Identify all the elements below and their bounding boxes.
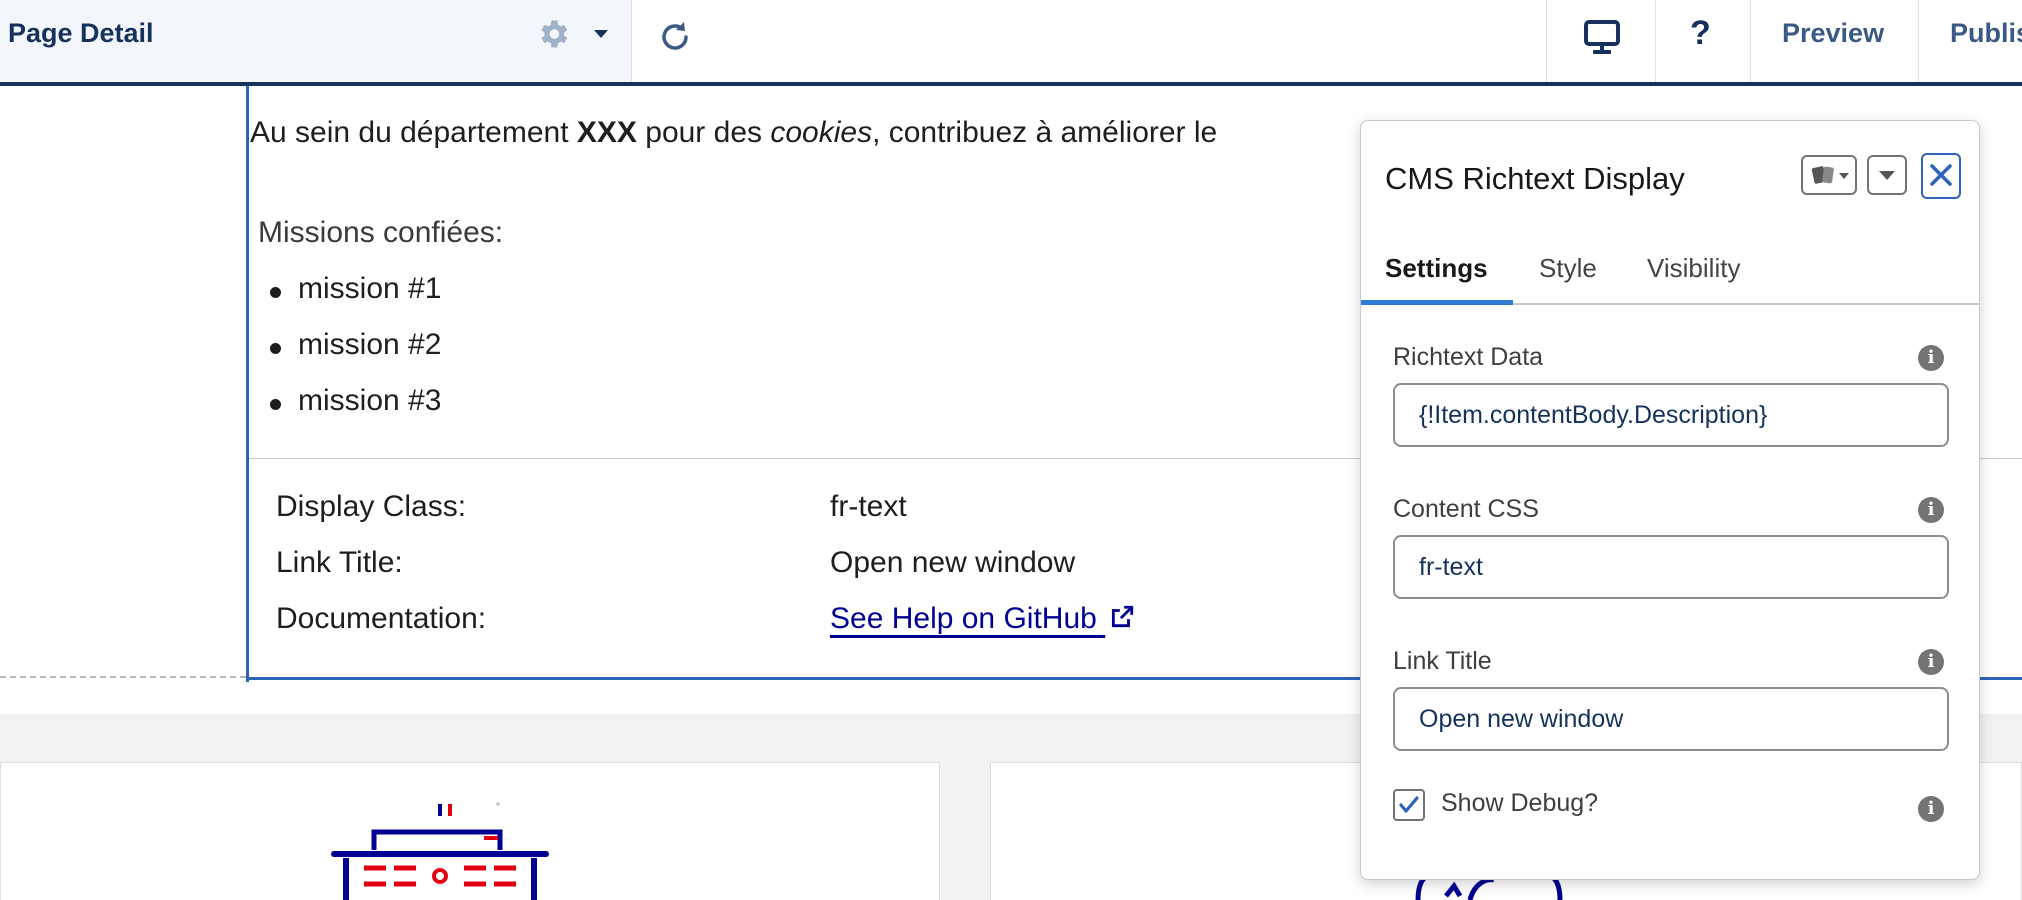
builder-toolbar: Page Detail ? Preview Publis	[0, 0, 2022, 86]
richtext-data-label: Richtext Data	[1393, 343, 1544, 371]
info-icon[interactable]: i	[1918, 345, 1944, 371]
show-debug-label: Show Debug?	[1441, 789, 1599, 817]
list-item: mission #3	[298, 384, 442, 417]
info-icon[interactable]: i	[1918, 497, 1944, 523]
list-bullet	[270, 399, 281, 410]
link-title-label: Link Title:	[276, 546, 403, 579]
list-bullet	[270, 343, 281, 354]
intro-prefix: Au sein du département	[250, 116, 577, 149]
checkmark-icon	[1399, 796, 1419, 813]
intro-suffix: , contribuez à améliorer le	[872, 116, 1218, 149]
list-item: mission #1	[298, 272, 442, 305]
panel-title: CMS Richtext Display	[1385, 161, 1685, 196]
tab-settings[interactable]: Settings	[1385, 253, 1488, 284]
link-title-input[interactable]: Open new window	[1393, 687, 1949, 751]
github-help-link[interactable]: See Help on GitHub	[830, 602, 1135, 636]
content-css-label: Content CSS	[1393, 495, 1539, 523]
intro-mid: pour des	[636, 116, 771, 149]
show-debug-checkbox[interactable]	[1393, 789, 1425, 821]
toolbar-divider	[1546, 0, 1547, 82]
toolbar-divider	[1750, 0, 1751, 82]
close-button[interactable]	[1921, 153, 1961, 199]
publish-button[interactable]: Publis	[1950, 18, 2022, 49]
list-item: mission #2	[298, 328, 442, 361]
toolbar-divider	[1918, 0, 1919, 82]
desktop-icon[interactable]	[1580, 18, 1624, 58]
link-title-field-label: Link Title	[1393, 647, 1492, 675]
page-title: Page Detail	[8, 18, 154, 48]
collapse-button[interactable]	[1867, 155, 1907, 195]
chevron-down-icon	[1879, 171, 1895, 180]
panel-tabs: Settings Style Visibility	[1361, 233, 1979, 305]
section-divider	[0, 676, 246, 678]
info-icon[interactable]: i	[1918, 796, 1944, 822]
display-class-label: Display Class:	[276, 490, 467, 523]
building-illustration-icon	[331, 802, 549, 900]
preview-button[interactable]: Preview	[1782, 18, 1884, 49]
github-help-link-text: See Help on GitHub	[830, 602, 1097, 635]
refresh-icon[interactable]	[656, 16, 696, 56]
display-class-value: fr-text	[830, 490, 907, 523]
page-selector[interactable]: Page Detail	[0, 0, 632, 82]
link-title-input-value: Open new window	[1419, 705, 1624, 733]
tab-style[interactable]: Style	[1539, 253, 1597, 284]
link-title-value: Open new window	[830, 546, 1076, 579]
component-properties-panel: CMS Richtext Display Settings Style Visi…	[1360, 120, 1980, 880]
info-icon[interactable]: i	[1918, 649, 1944, 675]
missions-title: Missions confiées:	[258, 216, 504, 249]
close-icon	[1930, 164, 1952, 186]
intro-paragraph: Au sein du département XXX pour des cook…	[250, 116, 1217, 150]
cards-icon	[1811, 166, 1849, 184]
intro-bold: XXX	[576, 116, 637, 149]
help-button[interactable]: ?	[1690, 14, 1711, 53]
active-tab-indicator	[1361, 300, 1513, 305]
richtext-data-value: {!Item.contentBody.Description}	[1419, 401, 1768, 429]
documentation-label: Documentation:	[276, 602, 487, 635]
toolbar-divider	[1655, 0, 1656, 82]
style-preset-button[interactable]	[1801, 155, 1857, 195]
external-link-icon	[1112, 605, 1134, 628]
list-bullet	[270, 287, 281, 298]
richtext-data-input[interactable]: {!Item.contentBody.Description}	[1393, 383, 1949, 447]
content-css-input[interactable]: fr-text	[1393, 535, 1949, 599]
content-css-value: fr-text	[1419, 553, 1483, 581]
intro-italic: cookies	[770, 116, 873, 149]
chevron-down-icon[interactable]	[592, 28, 610, 40]
gear-icon[interactable]	[535, 16, 571, 52]
stage: Page Detail ? Preview Publis Au s	[0, 0, 2022, 900]
tab-visibility[interactable]: Visibility	[1647, 253, 1740, 284]
